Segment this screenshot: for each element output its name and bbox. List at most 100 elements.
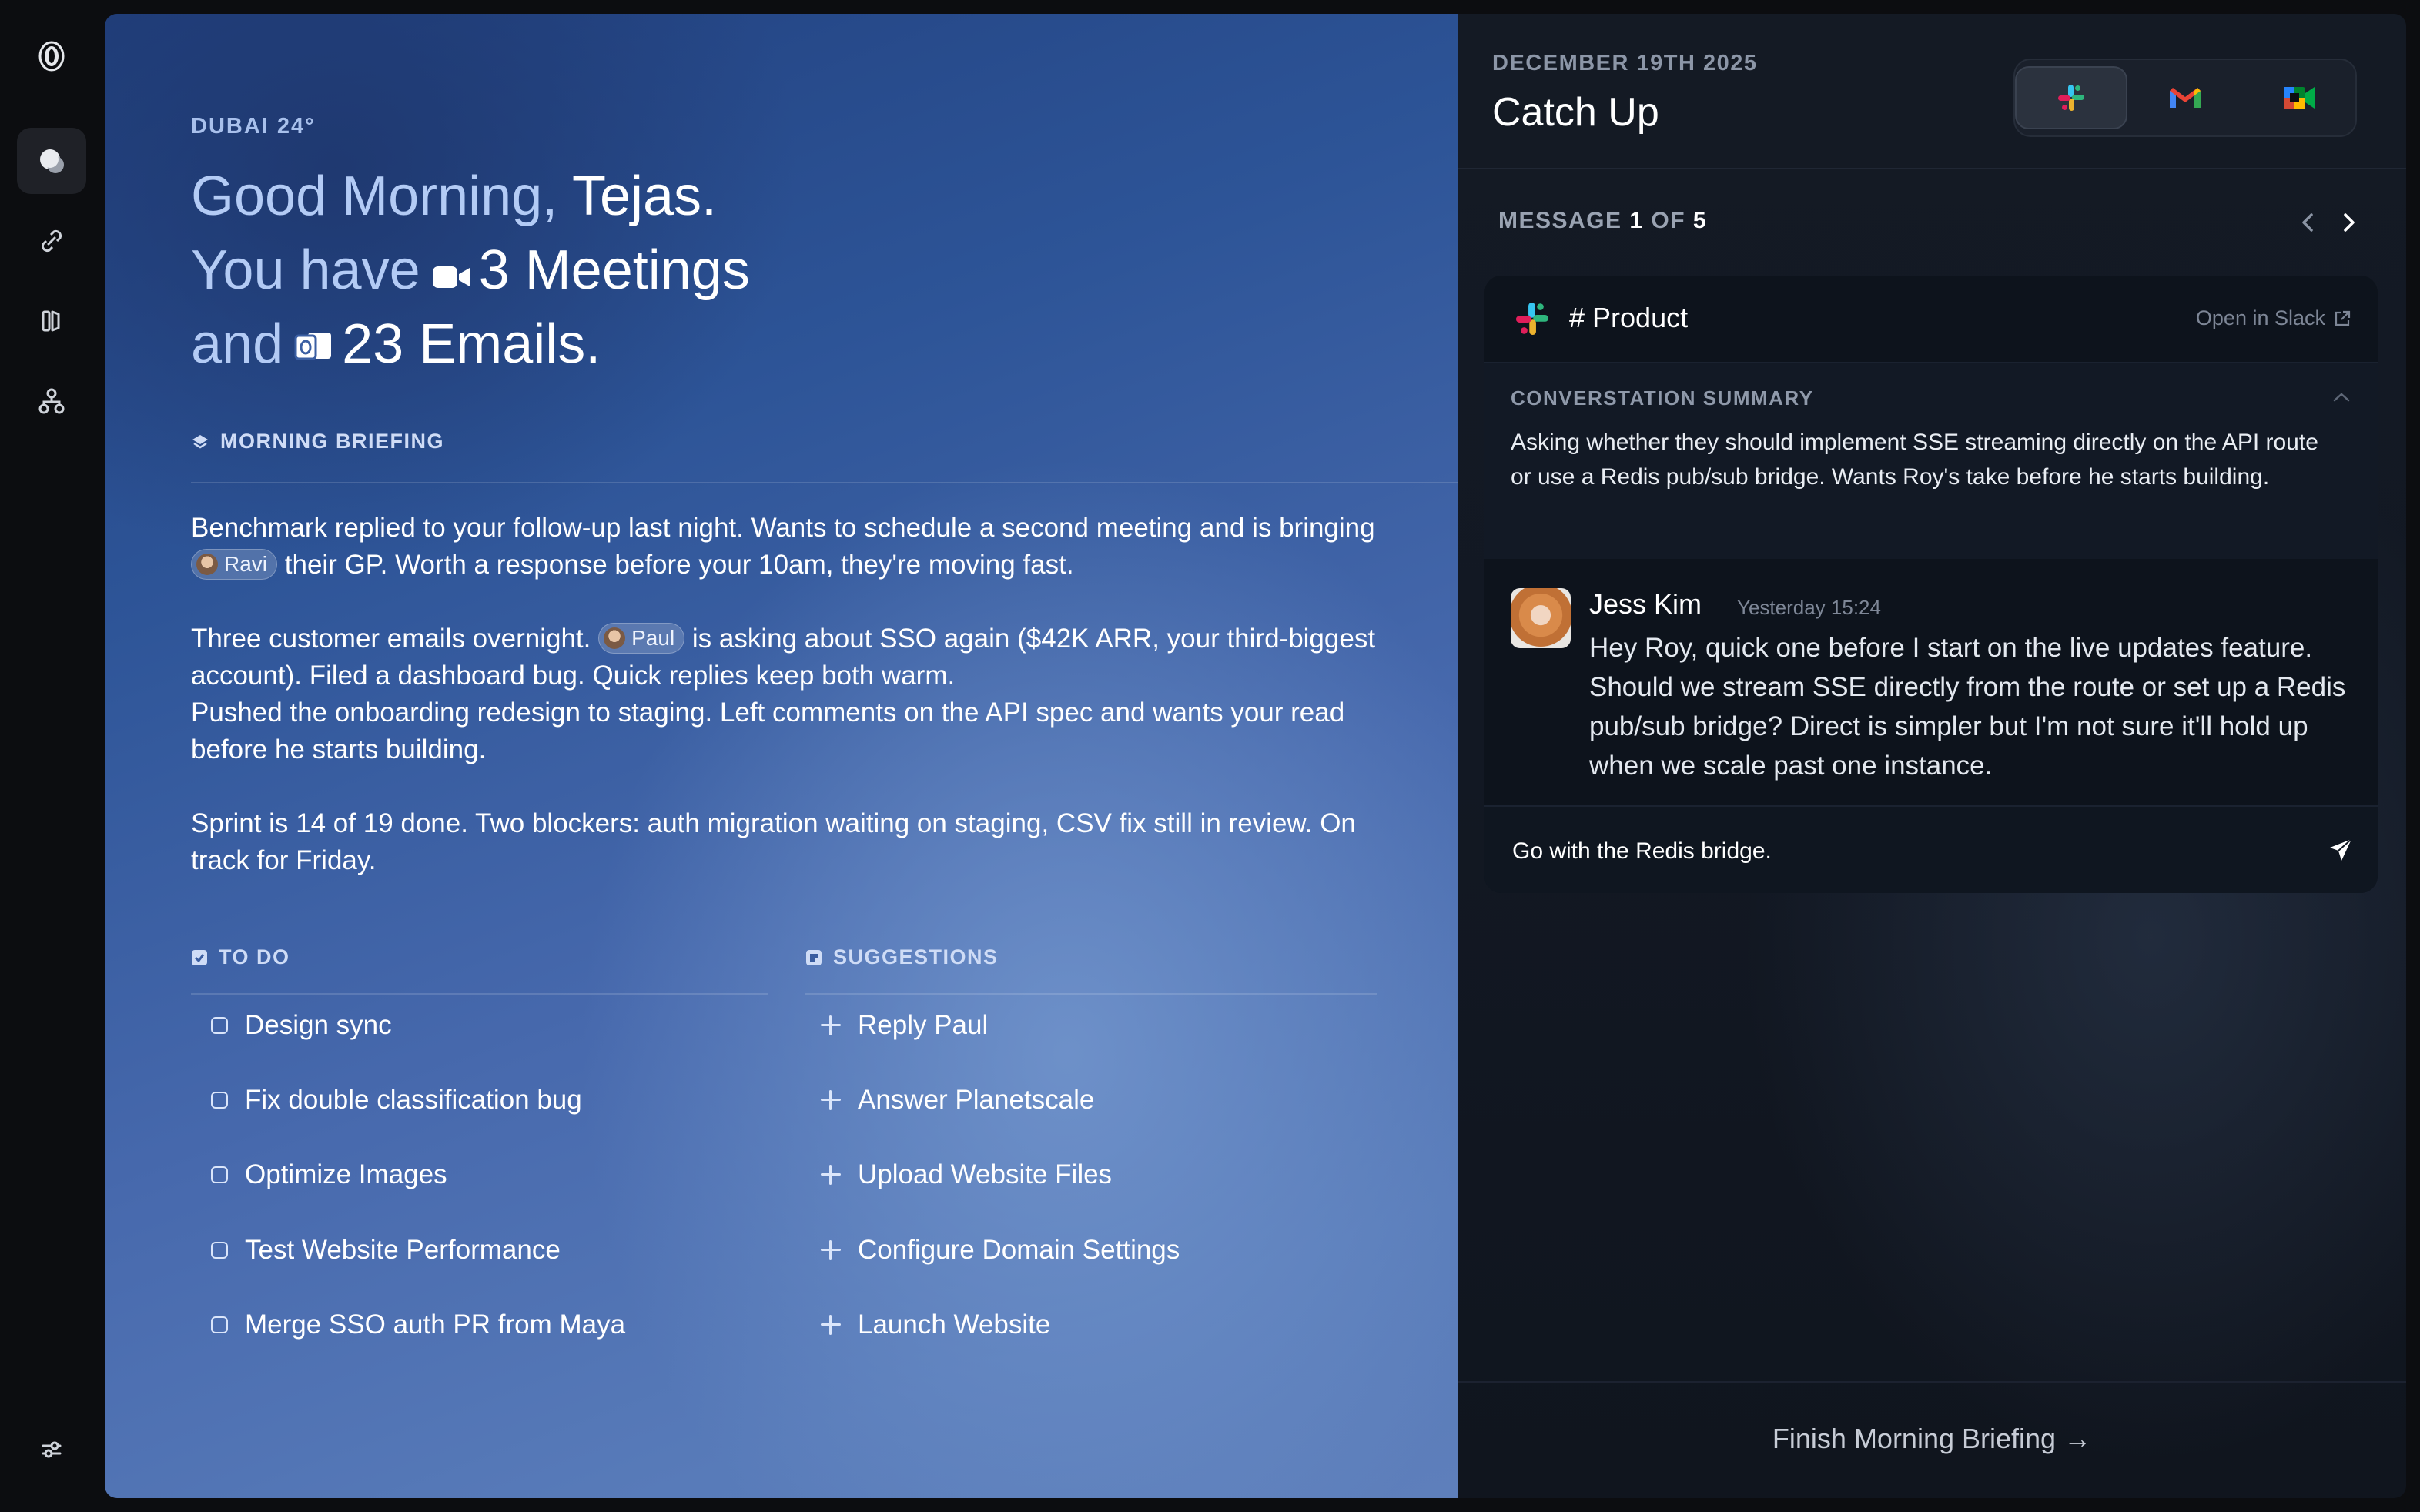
briefing-pane: DUBAI 24° Good Morning, Tejas. You have 3… <box>105 14 1458 1498</box>
plus-icon <box>821 1015 841 1035</box>
location-weather: DUBAI 24° <box>191 114 316 139</box>
current-index: 1 <box>1629 208 1644 233</box>
checkbox[interactable] <box>211 1166 228 1183</box>
todo-item[interactable]: Optimize Images <box>211 1159 447 1190</box>
reply-input[interactable] <box>1511 807 2284 893</box>
suggestions-label: SUGGESTIONS <box>805 945 999 969</box>
avatar <box>196 553 218 575</box>
external-link-icon <box>2335 310 2351 326</box>
plus-icon <box>821 1090 841 1110</box>
settings-sliders-icon[interactable] <box>17 1417 86 1483</box>
briefing-icon[interactable] <box>17 288 86 354</box>
gmail-icon[interactable] <box>2129 66 2241 129</box>
todo-item-label: Fix double classification bug <box>245 1085 582 1115</box>
suggestion-label: Launch Website <box>858 1310 1051 1340</box>
meet-icon[interactable] <box>2243 66 2355 129</box>
chevron-left-icon[interactable] <box>2295 209 2321 236</box>
reply-bar <box>1484 805 2378 893</box>
chevron-right-icon[interactable] <box>2335 209 2361 236</box>
slack-message: Jess Kim Yesterday 15:24 Hey Roy, quick … <box>1484 560 2378 804</box>
total-count: 5 <box>1692 208 1708 233</box>
p2-text-a: Three customer emails overnight. <box>191 624 591 654</box>
chip-name: Paul <box>631 625 675 650</box>
of-label: OF <box>1651 208 1686 233</box>
card-header: # Product Open in Slack <box>1484 276 2378 363</box>
chip-name: Ravi <box>224 551 268 576</box>
suggestion-label: Configure Domain Settings <box>858 1235 1180 1265</box>
avatar <box>604 627 626 649</box>
briefing-paragraph-3: Pushed the onboarding redesign to stagin… <box>191 697 1345 764</box>
slack-icon <box>1515 302 1549 336</box>
message-card: # Product Open in Slack CONVERSTATION SU… <box>1484 276 2378 893</box>
suggestion-item[interactable]: Upload Website Files <box>821 1159 1112 1190</box>
morning-briefing-label: MORNING BRIEFING <box>191 430 444 453</box>
greeting-line: Good Morning, Tejas. <box>191 165 717 228</box>
catch-up-pane: DECEMBER 19TH 2025 Catch Up MESSAGE 1 OF… <box>1458 14 2406 1498</box>
slack-icon[interactable] <box>2015 66 2127 129</box>
logo-icon[interactable] <box>17 23 86 89</box>
suggestion-item[interactable]: Reply Paul <box>821 1010 988 1041</box>
briefing-paragraph-2: Three customer emails overnight. Paul is… <box>191 621 1392 694</box>
plus-icon <box>821 1240 841 1260</box>
chat-icon[interactable] <box>17 128 86 194</box>
suggestion-item[interactable]: Launch Website <box>821 1310 1050 1340</box>
todo-item[interactable]: Test Website Performance <box>211 1235 561 1266</box>
todo-item-label: Optimize Images <box>245 1159 447 1189</box>
divider <box>1458 1381 2406 1383</box>
catch-up-date: DECEMBER 19TH 2025 <box>1492 51 1758 75</box>
checkbox[interactable] <box>211 1092 228 1109</box>
user-name: Tejas. <box>571 166 718 227</box>
todo-label: TO DO <box>191 945 290 969</box>
org-chart-icon[interactable] <box>17 368 86 434</box>
video-camera-icon <box>431 243 471 306</box>
todo-item[interactable]: Design sync <box>211 1010 392 1041</box>
plus-icon <box>821 1315 841 1335</box>
todo-item-label: Merge SSO auth PR from Maya <box>245 1310 626 1340</box>
divider <box>191 482 1458 483</box>
person-chip-paul[interactable]: Paul <box>598 622 685 654</box>
catch-up-title: Catch Up <box>1492 90 1659 135</box>
todo-item[interactable]: Merge SSO auth PR from Maya <box>211 1310 625 1340</box>
app-switcher <box>2013 59 2357 137</box>
person-chip-ravi[interactable]: Ravi <box>191 548 278 580</box>
checkbox[interactable] <box>211 1242 228 1259</box>
message-label: MESSAGE <box>1498 208 1622 233</box>
todo-title: TO DO <box>219 945 290 968</box>
message-author: Jess Kim <box>1589 588 1702 620</box>
open-in-slack-link[interactable]: Open in Slack <box>2196 306 2351 330</box>
section-title: MORNING BRIEFING <box>220 430 444 453</box>
suggestion-item[interactable]: Answer Planetscale <box>821 1085 1094 1116</box>
todo-item[interactable]: Fix double classification bug <box>211 1085 582 1116</box>
send-icon[interactable] <box>2327 836 2355 864</box>
briefing-paragraph-1: Benchmark replied to your follow-up last… <box>191 510 1392 584</box>
you-have-text: You have <box>191 239 420 301</box>
finish-briefing-button[interactable]: Finish Morning Briefing → <box>1458 1423 2406 1455</box>
greeting-text: Good Morning, <box>191 166 572 227</box>
link-icon[interactable] <box>17 208 86 274</box>
p1-text-a: Benchmark replied to your follow-up last… <box>191 513 1375 543</box>
suggestion-label: Reply Paul <box>858 1010 989 1040</box>
and-text: and <box>191 313 284 375</box>
sidebar <box>0 0 103 1512</box>
emails-line: and 23 Emails. <box>191 313 601 380</box>
divider <box>805 993 1377 995</box>
suggestion-label: Answer Planetscale <box>858 1085 1095 1115</box>
divider <box>1458 168 2406 169</box>
message-timestamp: Yesterday 15:24 <box>1737 596 1881 619</box>
outlook-icon <box>294 316 334 380</box>
suggestions-title: SUGGESTIONS <box>833 945 999 968</box>
avatar <box>1511 588 1571 648</box>
p1-text-b: their GP. Worth a response before your 1… <box>284 550 1074 580</box>
meetings-count[interactable]: 3 Meetings <box>479 239 750 301</box>
layers-icon <box>192 434 208 448</box>
suggestion-icon <box>806 949 822 965</box>
emails-count[interactable]: 23 Emails. <box>342 313 601 375</box>
summary-text: Asking whether they should implement SSE… <box>1511 430 2318 490</box>
checkbox[interactable] <box>211 1017 228 1034</box>
summary-label: CONVERSTATION SUMMARY <box>1511 386 1814 410</box>
channel-name: # Product <box>1569 302 1689 333</box>
chevron-up-icon[interactable] <box>2331 390 2351 405</box>
conversation-summary: CONVERSTATION SUMMARY Asking whether the… <box>1484 363 2378 559</box>
checkbox[interactable] <box>211 1316 228 1333</box>
suggestion-item[interactable]: Configure Domain Settings <box>821 1235 1180 1266</box>
